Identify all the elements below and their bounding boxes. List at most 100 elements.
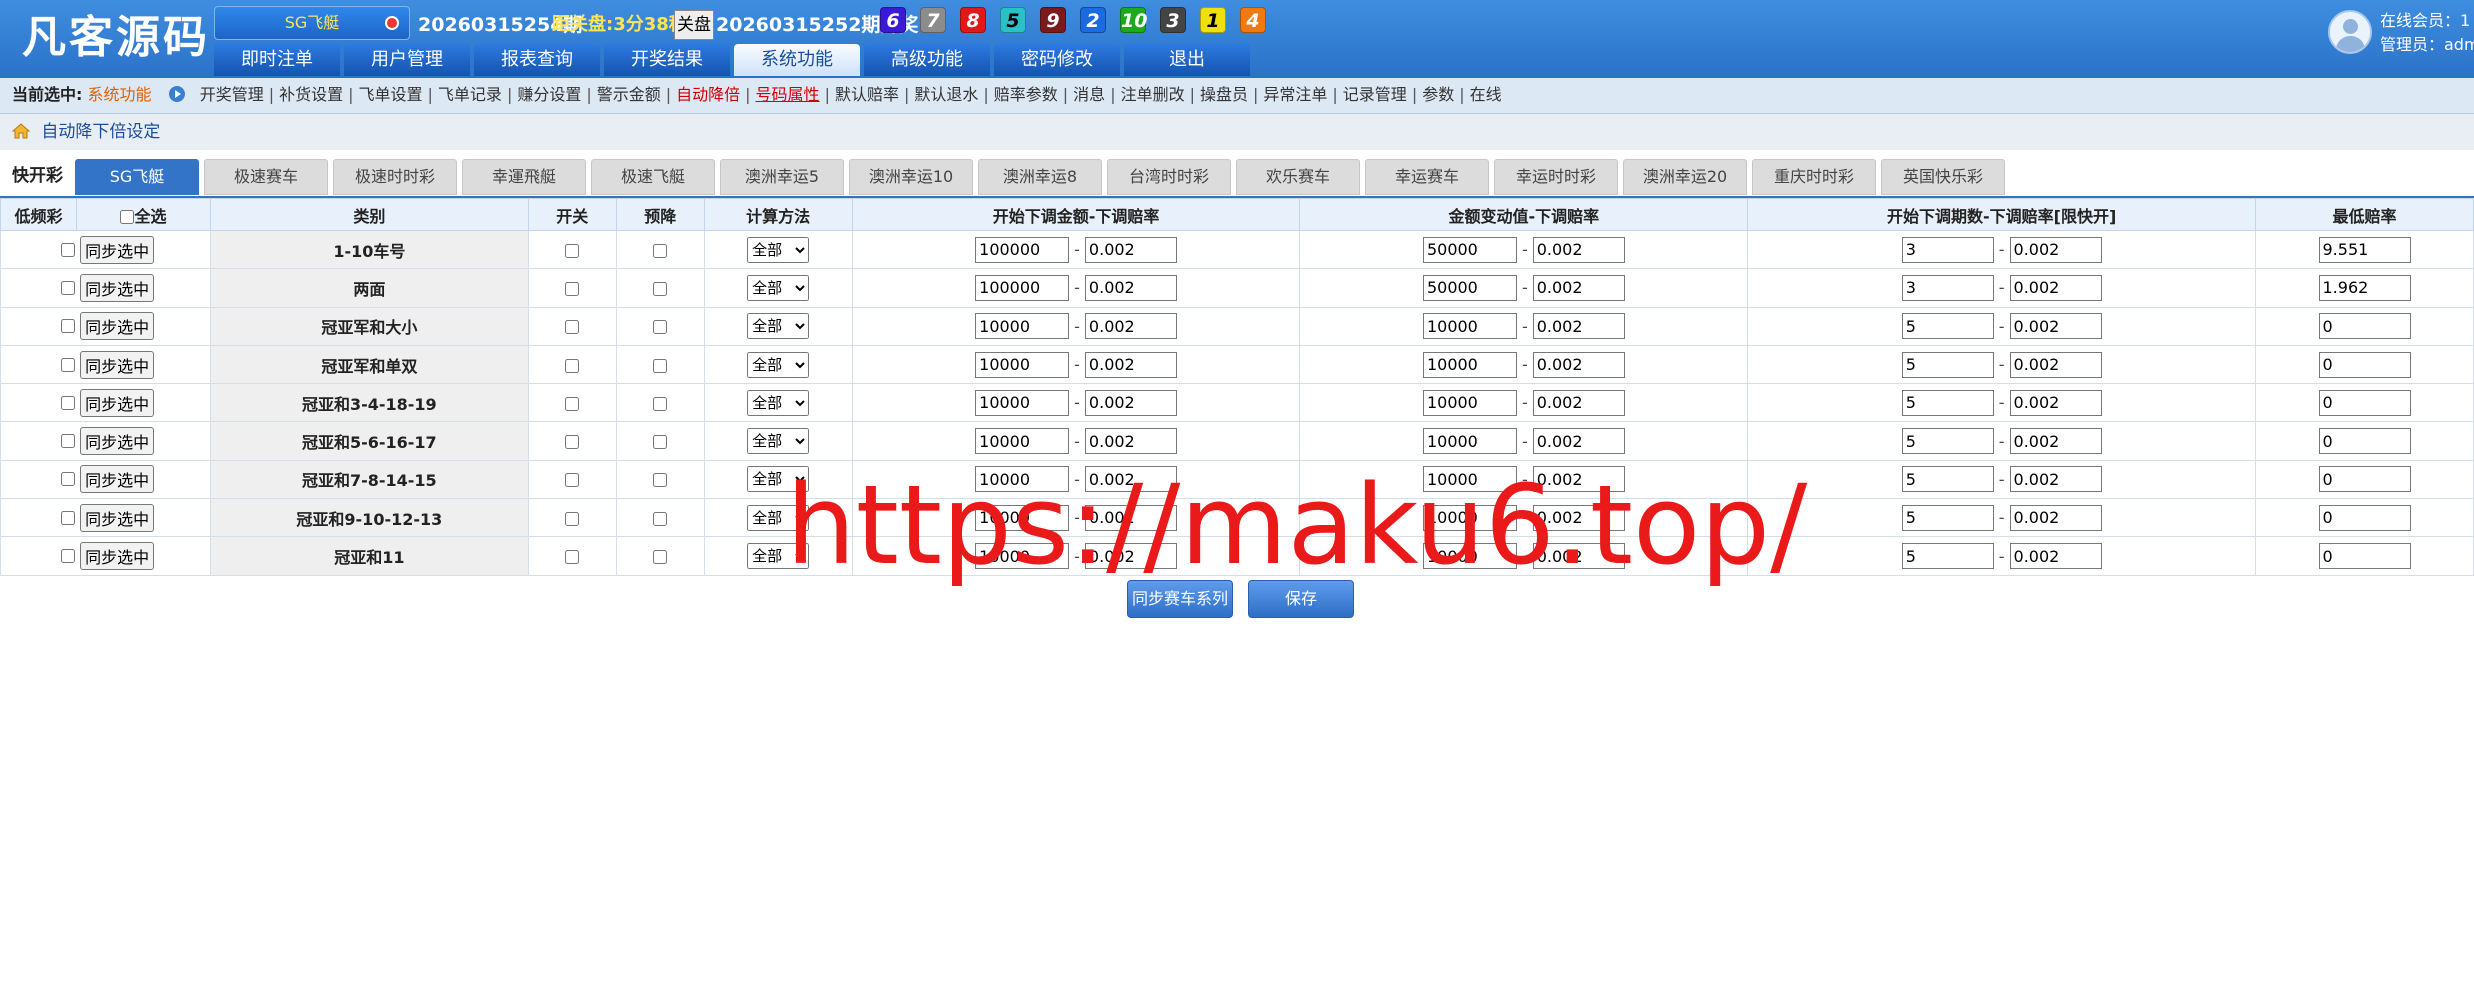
start-periods-rate-input[interactable]: [2009, 466, 2102, 493]
start-periods-rate-input[interactable]: [2009, 313, 2102, 340]
sub-nav-item[interactable]: 补货设置: [279, 85, 343, 104]
lottery-tab[interactable]: 澳洲幸运10: [849, 159, 973, 195]
nav-item[interactable]: 用户管理: [344, 44, 470, 76]
sub-nav-item[interactable]: 号码属性: [756, 85, 820, 104]
calc-method-select[interactable]: 全部: [747, 274, 810, 301]
lottery-select[interactable]: SG飞艇: [214, 6, 410, 40]
pre-drop-checkbox[interactable]: [653, 550, 668, 565]
select-all-checkbox[interactable]: [120, 210, 135, 224]
nav-item[interactable]: 退出: [1124, 44, 1250, 76]
min-odds-input[interactable]: [2318, 543, 2411, 570]
amount-change-rate-input[interactable]: [1532, 313, 1625, 340]
start-periods-input[interactable]: [1901, 351, 1994, 378]
switch-checkbox[interactable]: [565, 320, 580, 335]
lottery-tab[interactable]: 澳洲幸运8: [978, 159, 1102, 195]
min-odds-input[interactable]: [2318, 428, 2411, 455]
start-periods-input[interactable]: [1901, 236, 1994, 263]
sync-selected-button[interactable]: 同步选中: [80, 273, 155, 302]
sub-nav-item[interactable]: 警示金额: [597, 85, 661, 104]
sync-selected-button[interactable]: 同步选中: [80, 312, 155, 341]
row-checkbox[interactable]: [61, 280, 75, 295]
start-amount-input[interactable]: [975, 274, 1070, 301]
start-periods-rate-input[interactable]: [2009, 274, 2102, 301]
start-periods-input[interactable]: [1901, 428, 1994, 455]
row-checkbox[interactable]: [61, 319, 75, 334]
pre-drop-checkbox[interactable]: [653, 320, 668, 335]
sub-nav-item[interactable]: 异常注单: [1263, 85, 1327, 104]
start-periods-input[interactable]: [1901, 543, 1994, 570]
pre-drop-checkbox[interactable]: [653, 473, 668, 488]
switch-checkbox[interactable]: [565, 243, 580, 258]
start-periods-input[interactable]: [1901, 274, 1994, 301]
start-periods-rate-input[interactable]: [2009, 504, 2102, 531]
switch-checkbox[interactable]: [565, 435, 580, 450]
amount-change-rate-input[interactable]: [1532, 274, 1625, 301]
min-odds-input[interactable]: [2318, 504, 2411, 531]
start-periods-input[interactable]: [1901, 504, 1994, 531]
sync-selected-button[interactable]: 同步选中: [80, 503, 155, 532]
lottery-tab[interactable]: 欢乐赛车: [1236, 159, 1360, 195]
start-amount-rate-input[interactable]: [1084, 236, 1177, 263]
lottery-tab[interactable]: 极速飞艇: [591, 159, 715, 195]
sync-selected-button[interactable]: 同步选中: [80, 465, 155, 494]
switch-checkbox[interactable]: [565, 281, 580, 296]
min-odds-input[interactable]: [2318, 313, 2411, 340]
calc-method-select[interactable]: 全部: [747, 236, 810, 263]
amount-change-input[interactable]: [1422, 428, 1517, 455]
switch-checkbox[interactable]: [565, 358, 580, 373]
start-amount-input[interactable]: [975, 543, 1070, 570]
nav-item[interactable]: 报表查询: [474, 44, 600, 76]
sync-series-button[interactable]: 同步赛车系列: [1127, 580, 1233, 618]
amount-change-input[interactable]: [1422, 389, 1517, 416]
start-amount-input[interactable]: [975, 428, 1070, 455]
lottery-tab[interactable]: 澳洲幸运5: [720, 159, 844, 195]
sub-nav-item[interactable]: 默认赔率: [835, 85, 899, 104]
min-odds-input[interactable]: [2318, 274, 2411, 301]
start-amount-input[interactable]: [975, 466, 1070, 493]
sub-nav-item[interactable]: 开奖管理: [200, 85, 264, 104]
lottery-tab[interactable]: 极速时时彩: [333, 159, 457, 195]
nav-item[interactable]: 高级功能: [864, 44, 990, 76]
lottery-tab[interactable]: 幸运赛车: [1365, 159, 1489, 195]
lottery-tab[interactable]: 重庆时时彩: [1752, 159, 1876, 195]
amount-change-rate-input[interactable]: [1532, 504, 1625, 531]
start-periods-input[interactable]: [1901, 389, 1994, 416]
calc-method-select[interactable]: 全部: [747, 389, 810, 416]
amount-change-input[interactable]: [1422, 351, 1517, 378]
nav-item[interactable]: 系统功能: [734, 44, 860, 76]
save-button[interactable]: 保存: [1248, 580, 1354, 618]
switch-checkbox[interactable]: [565, 550, 580, 565]
amount-change-input[interactable]: [1422, 274, 1517, 301]
lottery-tab[interactable]: 幸运时时彩: [1494, 159, 1618, 195]
calc-method-select[interactable]: 全部: [747, 543, 810, 570]
sub-nav-item[interactable]: 默认退水: [914, 85, 978, 104]
start-amount-input[interactable]: [975, 389, 1070, 416]
start-periods-rate-input[interactable]: [2009, 351, 2102, 378]
min-odds-input[interactable]: [2318, 466, 2411, 493]
pre-drop-checkbox[interactable]: [653, 511, 668, 526]
calc-method-select[interactable]: 全部: [747, 428, 810, 455]
start-amount-input[interactable]: [975, 504, 1070, 531]
calc-method-select[interactable]: 全部: [747, 313, 810, 340]
start-amount-rate-input[interactable]: [1084, 274, 1177, 301]
sub-nav-item[interactable]: 赔率参数: [994, 85, 1058, 104]
row-checkbox[interactable]: [61, 472, 75, 487]
start-periods-rate-input[interactable]: [2009, 543, 2102, 570]
calc-method-select[interactable]: 全部: [747, 504, 810, 531]
lottery-tab[interactable]: 英国快乐彩: [1881, 159, 2005, 195]
calc-method-select[interactable]: 全部: [747, 466, 810, 493]
lottery-tab[interactable]: 台湾时时彩: [1107, 159, 1231, 195]
row-checkbox[interactable]: [61, 510, 75, 525]
pre-drop-checkbox[interactable]: [653, 396, 668, 411]
amount-change-input[interactable]: [1422, 504, 1517, 531]
sub-nav-item[interactable]: 飞单设置: [359, 85, 423, 104]
sync-selected-button[interactable]: 同步选中: [80, 542, 155, 571]
switch-checkbox[interactable]: [565, 511, 580, 526]
close-market-button[interactable]: 关盘: [674, 10, 714, 40]
sub-nav-item[interactable]: 参数: [1422, 85, 1454, 104]
start-amount-input[interactable]: [975, 313, 1070, 340]
row-checkbox[interactable]: [61, 434, 75, 449]
sync-selected-button[interactable]: 同步选中: [80, 350, 155, 379]
start-amount-rate-input[interactable]: [1084, 313, 1177, 340]
start-amount-input[interactable]: [975, 236, 1070, 263]
